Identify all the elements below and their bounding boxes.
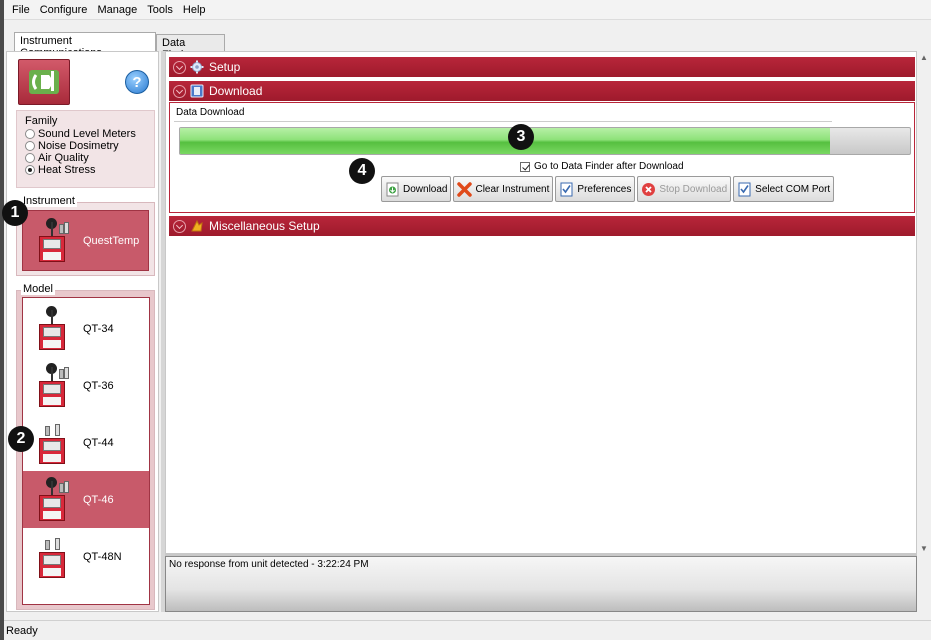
model-group: Model QT-34 QT-36 QT-44 QT-46 QT-48N: [16, 283, 155, 610]
model-item-qt-44[interactable]: QT-44: [23, 414, 149, 471]
download-section-icon: [190, 84, 204, 98]
callout-badge-3: 3: [508, 124, 534, 150]
sidebar: ? Family Sound Level Meters Noise Dosime…: [6, 51, 159, 612]
help-button[interactable]: ?: [125, 70, 149, 94]
main-panel: Setup Download Data Download Go to Data …: [165, 51, 917, 556]
instrument-questtemp[interactable]: QuestTemp: [22, 210, 149, 271]
log-panel: No response from unit detected - 3:22:24…: [165, 556, 917, 612]
chevron-down-icon[interactable]: [173, 219, 186, 233]
model-item-qt-34[interactable]: QT-34: [23, 300, 149, 357]
section-misc-title: Miscellaneous Setup: [209, 219, 320, 233]
menu-manage[interactable]: Manage: [93, 4, 143, 16]
instrument-legend: Instrument: [21, 195, 77, 207]
section-download-title: Download: [209, 84, 263, 98]
menu-configure[interactable]: Configure: [36, 4, 94, 16]
select-com-port-button[interactable]: Select COM Port: [733, 176, 835, 202]
tab-instrument-communications[interactable]: Instrument Communications: [14, 32, 156, 59]
status-bar: Ready: [4, 620, 931, 640]
radio-icon[interactable]: [25, 129, 35, 139]
download-icon: [386, 182, 399, 196]
tab-data-finder[interactable]: Data Finder: [156, 34, 225, 61]
section-setup-title: Setup: [209, 60, 241, 74]
callout-badge-2: 2: [8, 426, 34, 452]
qt-48n-device-icon: [29, 532, 77, 582]
download-button[interactable]: Download: [381, 176, 452, 202]
quest-logo-icon: [29, 70, 59, 94]
app-logo-button[interactable]: [18, 59, 70, 105]
qt-46-device-icon: [29, 475, 77, 525]
tab-strip: Instrument Communications Data Finder: [4, 20, 931, 61]
chevron-down-icon[interactable]: [173, 84, 186, 98]
scroll-down-icon[interactable]: ▼: [917, 542, 931, 556]
goto-data-finder-checkbox[interactable]: [520, 161, 530, 172]
misc-setup-icon: [191, 219, 203, 232]
clear-instrument-button[interactable]: Clear Instrument: [453, 176, 554, 202]
preferences-icon: [560, 182, 573, 196]
app-window: File Configure Manage Tools Help Instrum…: [4, 0, 931, 640]
instrument-group: Instrument QuestTemp: [16, 195, 155, 276]
model-list: QT-34 QT-36 QT-44 QT-46 QT-48N: [22, 297, 150, 605]
family-selector: Family Sound Level Meters Noise Dosimetr…: [16, 110, 155, 188]
section-download-header[interactable]: Download: [169, 81, 915, 101]
status-text: Ready: [6, 625, 38, 637]
download-progress-bar: [179, 127, 911, 155]
model-item-qt-48n[interactable]: QT-48N: [23, 528, 149, 585]
qt-36-device-icon: [29, 361, 77, 411]
clear-x-icon: [457, 181, 473, 197]
radio-icon[interactable]: [25, 141, 35, 151]
menu-help[interactable]: Help: [179, 4, 212, 16]
scroll-up-icon[interactable]: ▲: [917, 51, 931, 65]
family-option-air-quality[interactable]: Air Quality: [25, 152, 154, 164]
download-panel: Data Download Go to Data Finder after Do…: [169, 102, 915, 213]
com-port-icon: [738, 182, 751, 196]
qt-44-device-icon: [29, 418, 77, 468]
model-legend: Model: [21, 283, 55, 295]
main-scrollbar[interactable]: ▲ ▼: [917, 51, 931, 556]
goto-data-finder-option[interactable]: Go to Data Finder after Download: [520, 161, 684, 172]
radio-selected-icon[interactable]: [25, 165, 35, 175]
download-progress-fill: [180, 128, 830, 154]
data-download-label: Data Download: [176, 107, 245, 118]
menu-tools[interactable]: Tools: [143, 4, 179, 16]
family-title: Family: [25, 115, 58, 127]
radio-icon[interactable]: [25, 153, 35, 163]
stop-icon: [642, 182, 656, 196]
menu-bar: File Configure Manage Tools Help: [4, 0, 931, 20]
stop-download-button[interactable]: Stop Download: [637, 176, 732, 202]
section-setup-header[interactable]: Setup: [169, 57, 915, 77]
instrument-label: QuestTemp: [83, 234, 140, 247]
model-item-qt-36[interactable]: QT-36: [23, 357, 149, 414]
family-option-noise-dosimetry[interactable]: Noise Dosimetry: [25, 140, 154, 152]
qt-34-device-icon: [29, 304, 77, 354]
section-misc-header[interactable]: Miscellaneous Setup: [169, 216, 915, 236]
download-toolbar: Download Clear Instrument Preferences St…: [381, 176, 836, 202]
family-option-sound-level-meters[interactable]: Sound Level Meters: [25, 128, 154, 140]
divider: [174, 121, 832, 122]
gear-icon: [190, 60, 204, 74]
questtemp-device-icon: [29, 216, 77, 266]
log-message: No response from unit detected - 3:22:24…: [169, 559, 369, 570]
model-item-qt-46[interactable]: QT-46: [23, 471, 149, 528]
menu-file[interactable]: File: [8, 4, 36, 16]
callout-badge-4: 4: [349, 158, 375, 184]
preferences-button[interactable]: Preferences: [555, 176, 636, 202]
callout-badge-1: 1: [2, 200, 28, 226]
chevron-down-icon[interactable]: [173, 60, 186, 74]
family-option-heat-stress[interactable]: Heat Stress: [25, 164, 154, 176]
goto-data-finder-label: Go to Data Finder after Download: [534, 161, 684, 172]
